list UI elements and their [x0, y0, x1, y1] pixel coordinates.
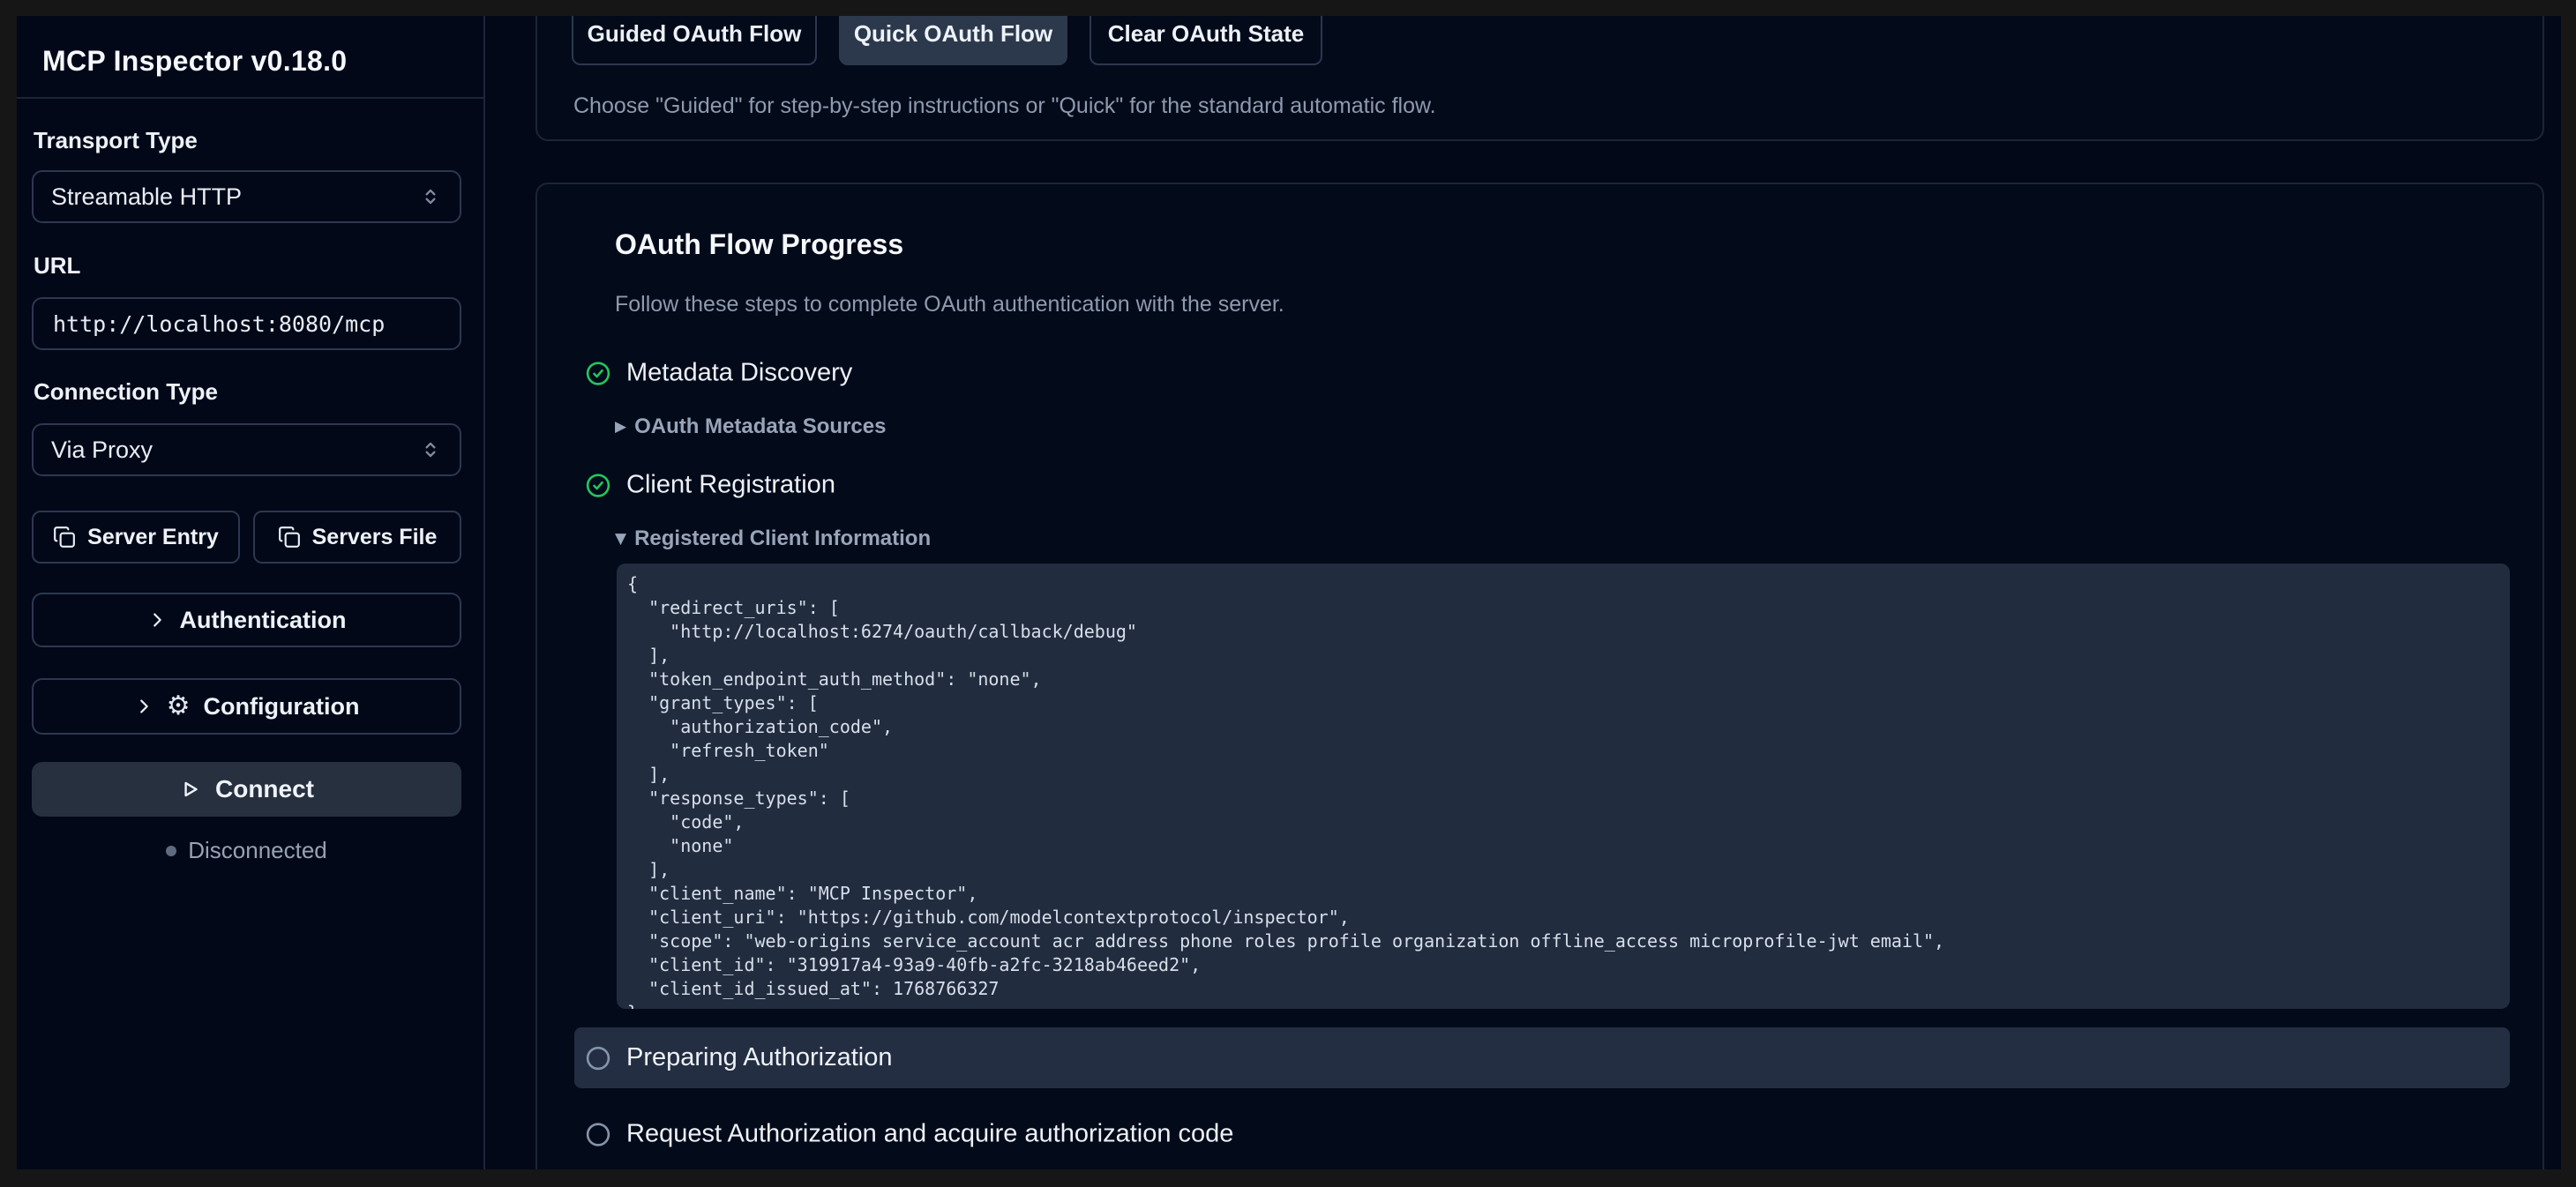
step-request-authorization: Request Authorization and acquire author…	[585, 1120, 1233, 1149]
progress-subtitle: Follow these steps to complete OAuth aut…	[615, 292, 1284, 317]
select-updown-icon	[419, 438, 442, 461]
main-content: Guided OAuth Flow Quick OAuth Flow Clear…	[485, 16, 2561, 1169]
connection-type-value: Via Proxy	[51, 437, 153, 464]
registered-client-json-block[interactable]: { "redirect_uris": [ "http://localhost:6…	[617, 564, 2510, 1009]
server-entry-label: Server Entry	[87, 525, 219, 550]
configuration-button[interactable]: ⚙ Configuration	[32, 678, 461, 735]
step-label: Metadata Discovery	[626, 359, 852, 388]
app-title: MCP Inspector v0.18.0	[42, 45, 347, 78]
url-input[interactable]	[32, 297, 461, 350]
status-text: Disconnected	[188, 837, 327, 864]
servers-file-label: Servers File	[312, 525, 438, 550]
configuration-label: Configuration	[203, 693, 359, 720]
step-complete-icon	[585, 360, 611, 386]
quick-oauth-flow-button[interactable]: Quick OAuth Flow	[839, 16, 1067, 65]
oauth-progress-card: OAuth Flow Progress Follow these steps t…	[535, 183, 2544, 1169]
registered-client-json: { "redirect_uris": [ "http://localhost:6…	[617, 564, 2510, 1009]
chevron-right-icon	[147, 610, 167, 630]
connect-label: Connect	[215, 775, 314, 803]
clear-oauth-state-button[interactable]: Clear OAuth State	[1090, 16, 1322, 65]
url-label: URL	[34, 252, 80, 280]
copy-icon	[278, 526, 301, 549]
progress-title: OAuth Flow Progress	[615, 228, 903, 261]
status-dot-icon	[166, 846, 176, 856]
step-label: Preparing Authorization	[626, 1043, 892, 1072]
guided-oauth-flow-button[interactable]: Guided OAuth Flow	[572, 16, 817, 65]
select-updown-icon	[419, 185, 442, 208]
sidebar-divider	[17, 97, 483, 99]
transport-type-label: Transport Type	[34, 127, 198, 154]
chevron-right-icon	[134, 697, 154, 716]
server-entry-button[interactable]: Server Entry	[32, 511, 240, 564]
connection-type-label: Connection Type	[34, 378, 218, 406]
connect-button[interactable]: Connect	[32, 762, 461, 817]
authentication-label: Authentication	[180, 607, 347, 634]
play-icon	[179, 778, 202, 801]
step-pending-icon	[585, 1045, 611, 1071]
app-root: MCP Inspector v0.18.0 Transport Type Str…	[17, 16, 2561, 1169]
connection-status: Disconnected	[17, 837, 476, 864]
oauth-flow-hint: Choose "Guided" for step-by-step instruc…	[573, 93, 1436, 119]
step-complete-icon	[585, 472, 611, 498]
gear-icon: ⚙	[167, 693, 191, 720]
sidebar: MCP Inspector v0.18.0 Transport Type Str…	[17, 16, 485, 1169]
step-label: Client Registration	[626, 471, 835, 500]
triangle-down-icon: ▼	[615, 532, 626, 547]
step-metadata-discovery: Metadata Discovery	[585, 359, 852, 388]
transport-type-value: Streamable HTTP	[51, 183, 242, 211]
copy-icon	[53, 526, 76, 549]
triangle-right-icon: ▶	[615, 420, 626, 435]
oauth-actions-card: Guided OAuth Flow Quick OAuth Flow Clear…	[535, 16, 2544, 141]
step-client-registration: Client Registration	[585, 471, 835, 500]
transport-type-select[interactable]: Streamable HTTP	[32, 170, 461, 223]
servers-file-button[interactable]: Servers File	[253, 511, 461, 564]
authentication-button[interactable]: Authentication	[32, 593, 461, 647]
step-label: Request Authorization and acquire author…	[626, 1120, 1233, 1149]
toggle-label: Registered Client Information	[634, 526, 931, 551]
connection-type-select[interactable]: Via Proxy	[32, 423, 461, 476]
step-pending-icon	[585, 1121, 611, 1147]
registered-client-information-toggle[interactable]: ▼ Registered Client Information	[615, 526, 931, 551]
step-preparing-authorization: Preparing Authorization	[574, 1027, 2510, 1088]
toggle-label: OAuth Metadata Sources	[634, 414, 886, 439]
oauth-metadata-sources-toggle[interactable]: ▶ OAuth Metadata Sources	[615, 414, 886, 439]
